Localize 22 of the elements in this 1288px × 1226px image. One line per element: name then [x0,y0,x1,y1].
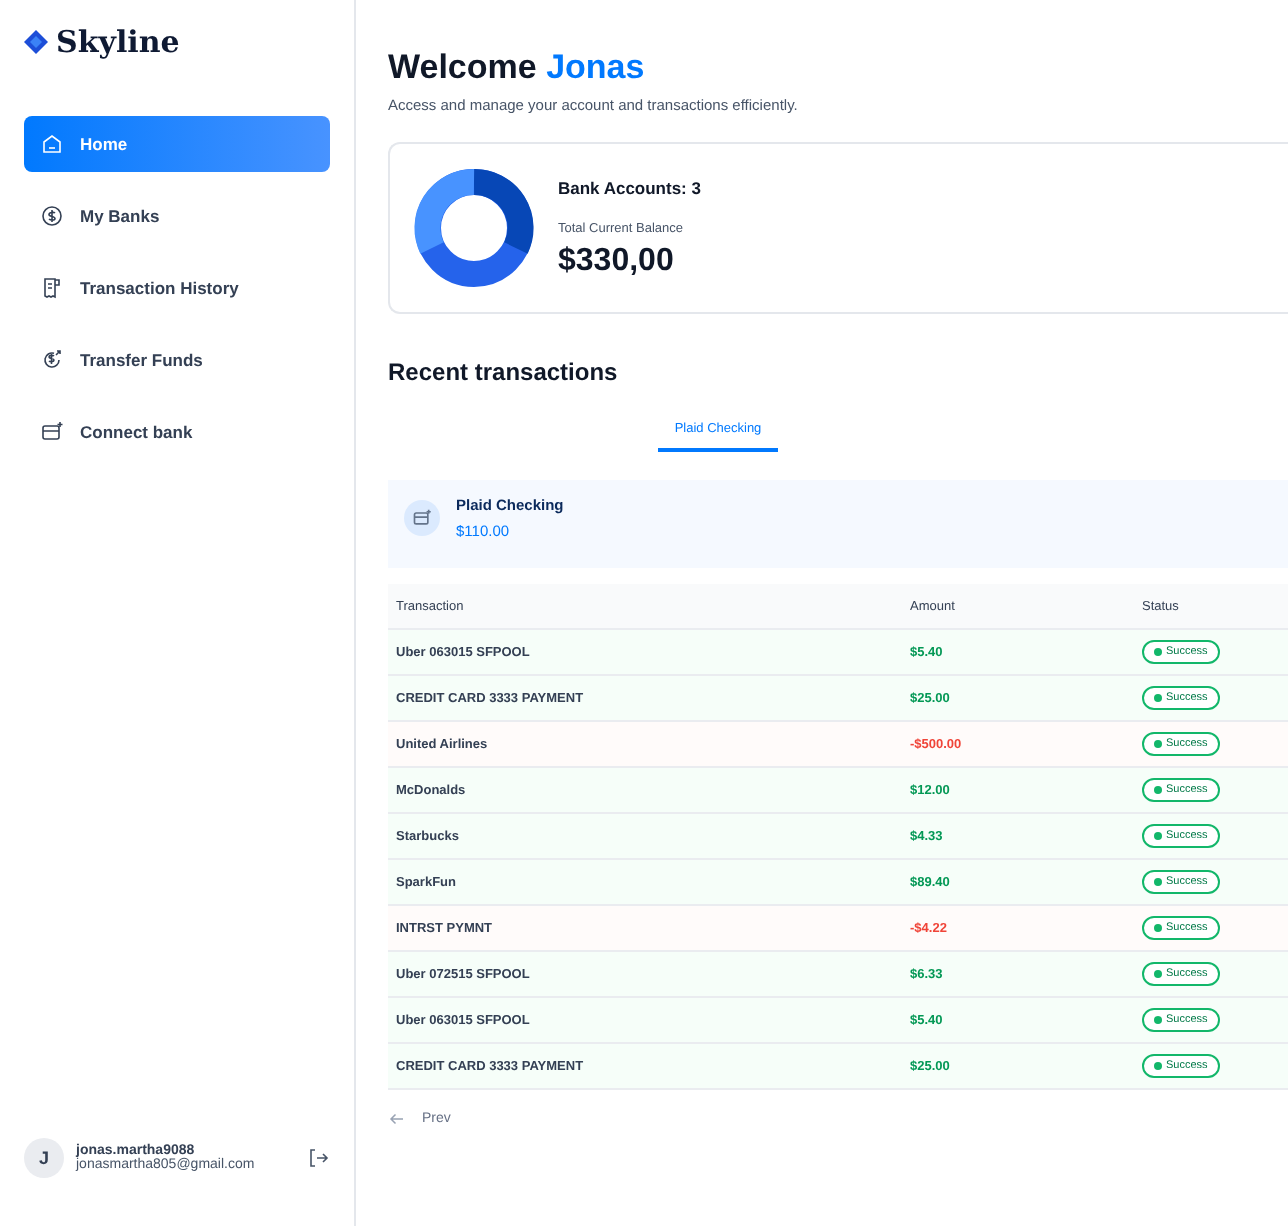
sidebar-item[interactable]: Connect bank [24,404,330,460]
card-glyph-icon [412,508,432,528]
sidebar-item[interactable]: Transfer Funds [24,332,330,388]
sidebar-item[interactable]: Transaction History [24,260,330,316]
logout-icon [306,1146,330,1170]
home-icon [40,132,64,156]
arrow-left-icon [388,1110,406,1128]
dollar-icon [40,204,64,228]
transfer-icon [40,348,64,372]
welcome-title: Welcome Jonas [388,48,647,88]
sidebar-item[interactable]: Home [24,116,330,172]
brand-name: Skyline [56,24,180,60]
balance-amount: $330,00 [558,243,676,279]
receipt-icon [40,276,64,300]
sidebar-item[interactable]: My Banks [24,188,330,244]
user-avatar: J [24,1138,64,1178]
logout-button[interactable] [306,1146,330,1170]
section-title: Recent transactions [388,358,620,386]
bank-accounts-count: Bank Accounts: 3 [558,177,701,197]
card-icon [40,420,64,444]
logo-icon [24,30,48,54]
donut-drawing [414,168,534,288]
